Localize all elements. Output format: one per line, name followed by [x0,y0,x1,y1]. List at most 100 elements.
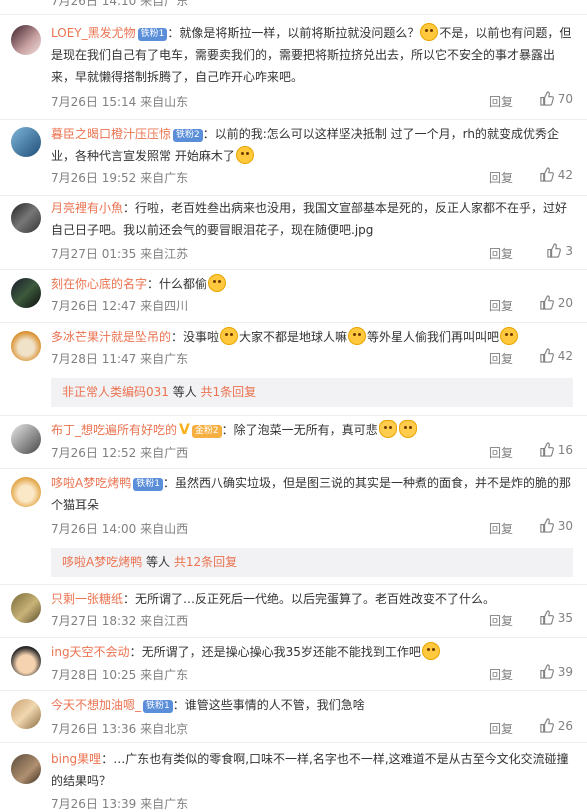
fan-badge: 铁粉1 [137,28,168,41]
thumbs-emoji-icon [398,420,417,438]
fan-badge: 铁粉1 [143,700,173,713]
thumbs-up-icon [540,518,554,533]
comment-text: ：什么都偷 [147,277,208,291]
thumbs-up-icon [540,91,554,106]
username[interactable]: 暮臣之暍口橙汁压压惊 [51,127,171,141]
like-button[interactable]: 26 [523,718,573,733]
thumbs-up-icon [540,442,554,457]
like-button[interactable]: 30 [523,518,573,533]
reply-button[interactable]: 回复 [489,169,513,186]
comment-meta: 7月27日 18:32 来自江西 [51,614,189,628]
like-button[interactable]: 20 [523,295,573,310]
comment-partial-top: 7月26日 14:10 来自广东 [0,0,587,15]
comment-item: bing果哩：…广东也有类似的零食啊,口味不一样,名字也不一样,这难道不是从古至… [0,742,587,811]
avatar[interactable] [11,203,41,233]
reply-button[interactable]: 回复 [489,720,513,737]
comment-meta: 7月28日 10:25 来自广东 [51,668,189,682]
comment-item: 哆啦A梦吃烤鸭 铁粉1 ：虽然西八确实垃圾，但是图三说的其实是一种煮的面食，并不是炸… [0,468,587,585]
like-button[interactable]: 42 [523,167,573,182]
avatar[interactable] [11,699,41,729]
sub-reply-box[interactable]: 哆啦A梦吃烤鸭 等人 共12条回复 [51,548,573,577]
cry-laugh-emoji-icon [220,327,239,345]
comment-text: 等外星人偷我们再叫叫吧 [367,330,500,344]
cry-laugh-emoji-icon [208,274,227,292]
like-button[interactable]: 39 [523,664,573,679]
comment-meta: 7月26日 12:52 来自广西 [51,446,189,460]
sub-reply-user[interactable]: 哆啦A梦吃烤鸭 [62,555,142,569]
thumbs-up-icon [540,718,554,733]
reply-button[interactable]: 回复 [489,666,513,683]
comment-text: ：就像是将斯拉一样，以前将斯拉就没问题么？ [167,26,420,40]
reply-button[interactable]: 回复 [489,612,513,629]
avatar[interactable] [11,754,41,784]
verified-v-icon: V [179,422,190,438]
fan-badge: 金粉2 [191,425,222,438]
thumbs-up-icon [540,664,554,679]
comment-meta: 7月26日 15:14 来自山东 [51,95,189,109]
crying-emoji-icon [421,642,440,660]
username[interactable]: 月亮裡有小魚 [51,201,123,215]
comment-meta: 7月26日 14:10 来自广东 [51,0,189,8]
comment-text: ：谁管这些事情的人不管，我们急啥 [172,698,365,712]
smile-emoji-icon [235,146,254,164]
comment-item: 只剩一张糖纸：无所谓了…反正死后一代绝。以后完蛋算了。老百姓改变不了什么。 7月… [0,584,587,638]
thumbs-up-icon [540,348,554,363]
comment-text: ：行啦，老百姓叁出病来也没用，我国文宣部基本是死的，反正人家都不在乎，过好自己日… [51,201,568,237]
avatar[interactable] [11,477,41,507]
username[interactable]: 今天不想加油嗯_ [51,698,141,712]
comment-item: 月亮裡有小魚：行啦，老百姓叁出病来也没用，我国文宣部基本是死的，反正人家都不在乎… [0,195,587,270]
comment-meta: 7月27日 01:35 来自江苏 [51,247,189,261]
username[interactable]: 只剩一张糖纸 [51,592,123,606]
comment-meta: 7月28日 11:47 来自广东 [51,352,189,366]
cry-laugh-emoji-icon [348,327,367,345]
avatar[interactable] [11,424,41,454]
thumbs-up-icon [547,243,562,258]
comment-meta: 7月26日 13:36 来自北京 [51,722,189,736]
thumbs-up-icon [540,295,554,310]
comment-text: ：除了泡菜一无所有，真可悲 [221,423,378,437]
cry-laugh-emoji-icon [500,327,519,345]
comment-item: LOEY_黑发尤物 铁粉1 ：就像是将斯拉一样，以前将斯拉就没问题么？ 不是，以前也有… [0,15,587,120]
comment-item: 暮臣之暍口橙汁压压惊 铁粉2 ：以前的我:怎么可以这样坚决抵制 过了一个月，rh的就… [0,119,587,196]
username[interactable]: 布丁_想吃遍所有好吃的 [51,423,177,437]
reply-button[interactable]: 回复 [489,297,513,314]
sub-reply-user[interactable]: 非正常人类编码031 [62,385,169,399]
username[interactable]: LOEY_黑发尤物 [51,26,136,40]
avatar[interactable] [11,593,41,623]
username[interactable]: 刻在你心底的名字 [51,277,147,291]
username[interactable]: bing果哩 [51,752,101,766]
reply-button[interactable]: 回复 [489,520,513,537]
comment-item: 布丁_想吃遍所有好吃的 V 金粉2 ：除了泡菜一无所有，真可悲 7月26日 12:52… [0,415,587,469]
username[interactable]: 多冰芒果汁就是坠吊的 [51,330,171,344]
comment-item: 多冰芒果汁就是坠吊的：没事啦 大家不都是地球人嘛 等外星人偷我们再叫叫吧 7月28日… [0,322,587,416]
comment-item: 刻在你心底的名字：什么都偷 7月26日 12:47 来自四川 回复 20 [0,269,587,323]
like-button[interactable]: 35 [523,610,573,625]
comment-meta: 7月26日 13:39 来自广东 [51,797,189,811]
thumbs-up-icon [540,610,554,625]
avatar[interactable] [11,25,41,55]
comment-item: ing天空不会动：无所谓了，还是操心操心我35岁还能不能找到工作吧 7月28日 … [0,637,587,691]
reply-button[interactable]: 回复 [489,93,513,110]
thumbs-up-icon [540,167,554,182]
comment-text: ：无所谓了，还是操心操心我35岁还能不能找到工作吧 [129,645,421,659]
like-button[interactable]: 3 [523,243,573,258]
reply-button[interactable]: 回复 [489,245,513,262]
username[interactable]: ing天空不会动 [51,645,130,659]
sub-reply-count[interactable]: 共12条回复 [174,555,237,569]
like-button[interactable]: 16 [523,442,573,457]
avatar[interactable] [11,278,41,308]
username[interactable]: 哆啦A梦吃烤鸭 [51,476,131,490]
comment-text: ：…广东也有类似的零食啊,口味不一样,名字也不一样,这难道不是从古至今文化交流碰… [51,752,569,788]
thumbs-emoji-icon [378,420,397,438]
reply-button[interactable]: 回复 [489,444,513,461]
avatar[interactable] [11,127,41,157]
comment-item: 今天不想加油嗯_ 铁粉1 ：谁管这些事情的人不管，我们急啥 7月26日 13:36 … [0,690,587,743]
sub-reply-box[interactable]: 非正常人类编码031 等人 共1条回复 [51,378,573,407]
like-button[interactable]: 70 [523,91,573,106]
avatar[interactable] [11,331,41,361]
sub-reply-count[interactable]: 共1条回复 [201,385,257,399]
like-button[interactable]: 42 [523,348,573,363]
comment-text: ：无所谓了…反正死后一代绝。以后完蛋算了。老百姓改变不了什么。 [123,592,496,606]
reply-button[interactable]: 回复 [489,350,513,367]
avatar[interactable] [11,646,41,676]
